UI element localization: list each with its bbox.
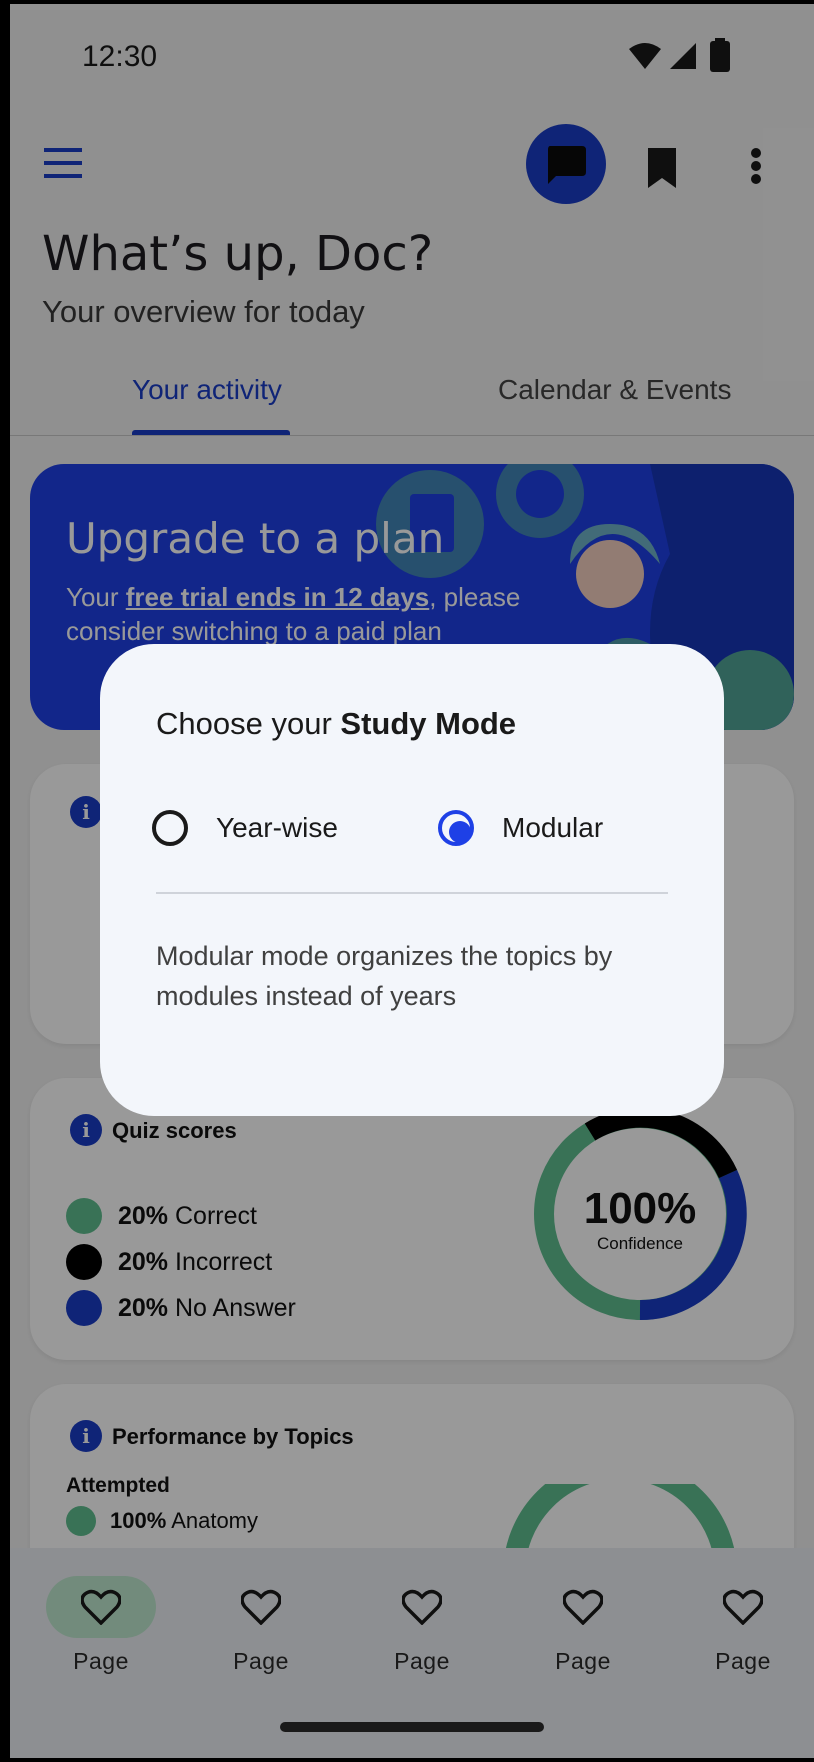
dialog-title: Choose your Study Mode xyxy=(156,706,517,741)
option-label: Year-wise xyxy=(216,812,338,843)
dialog-description: Modular mode organizes the topics by mod… xyxy=(156,941,613,1011)
option-label: Modular xyxy=(502,812,604,843)
radio-year-wise[interactable] xyxy=(152,810,188,846)
radio-modular[interactable] xyxy=(438,810,474,846)
option-modular[interactable]: Modular xyxy=(436,806,676,850)
dialog-divider xyxy=(156,892,668,894)
home-indicator[interactable] xyxy=(280,1722,544,1732)
study-mode-dialog: Choose your Study Mode Year-wise Modular… xyxy=(100,644,724,1116)
option-year-wise[interactable]: Year-wise xyxy=(150,806,390,850)
app-screen: 12:30 What’s up, Doc? Your overview for … xyxy=(10,4,814,1758)
